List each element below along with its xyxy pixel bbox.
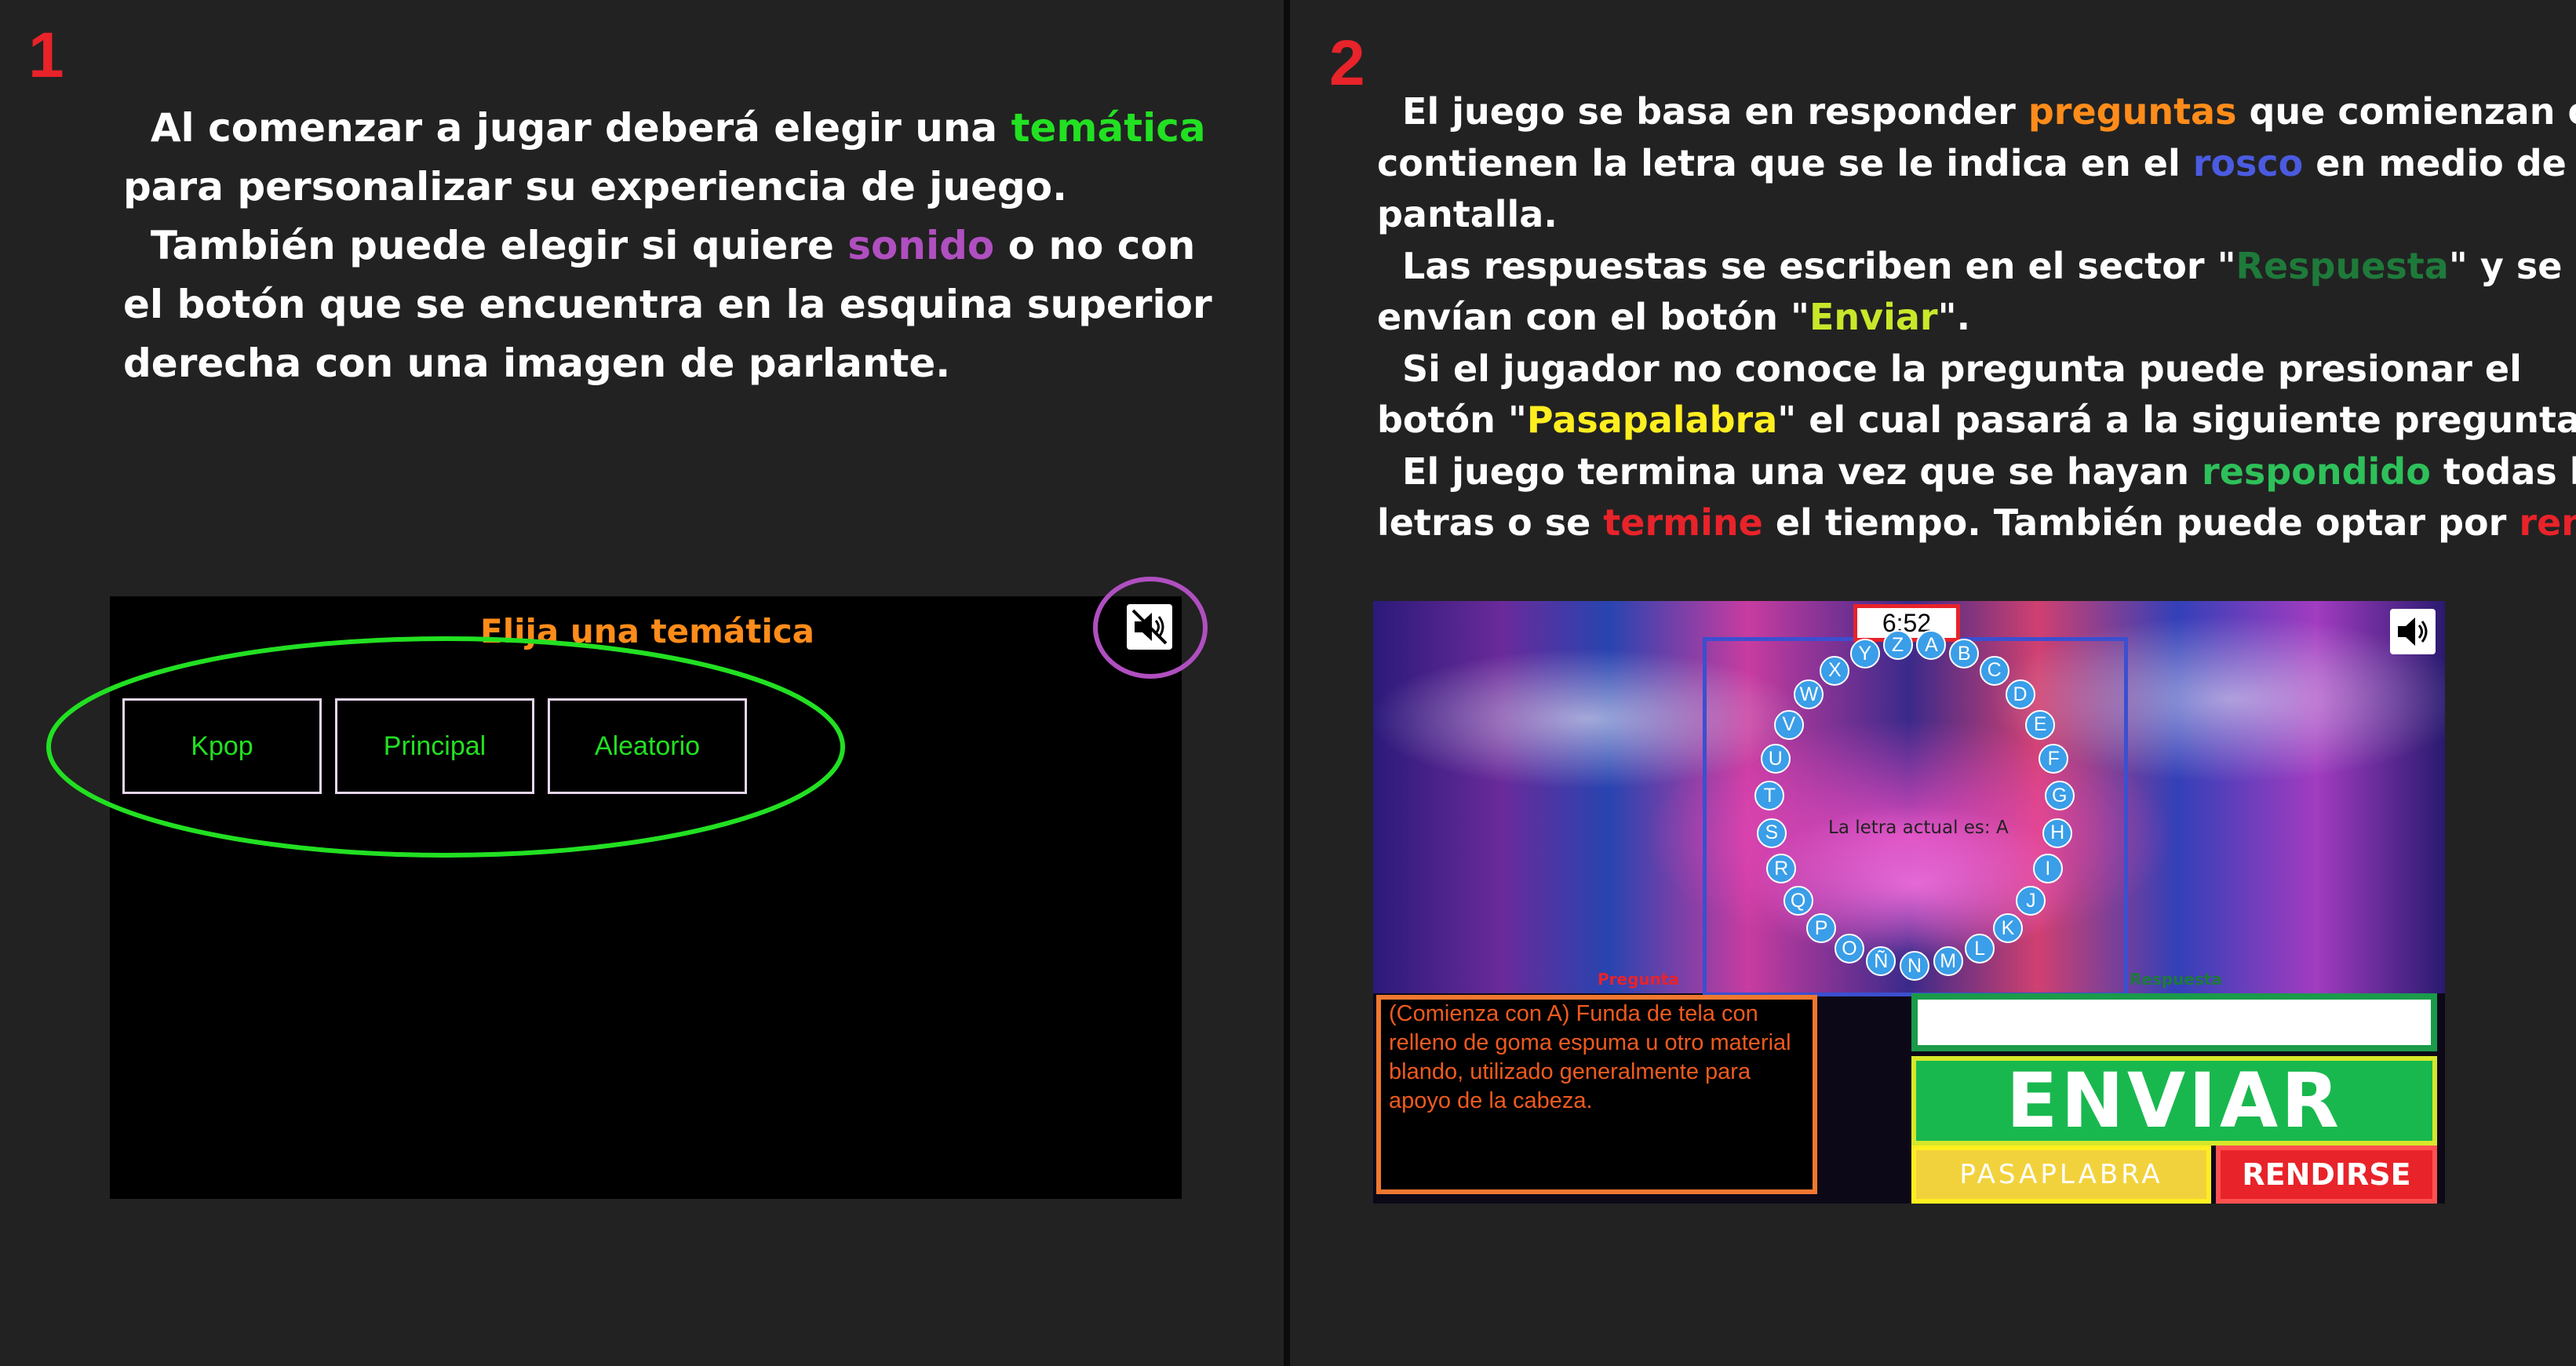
rosco-letter-b: B [1949, 639, 1980, 669]
text-segment: El juego se basa en responder [1402, 90, 2028, 133]
text-segment: todas las [2443, 450, 2576, 493]
text-segment: en medio de la [2315, 141, 2576, 184]
rosco-letter-z: Z [1882, 630, 1913, 661]
highlight-termine: termine [1603, 501, 1763, 544]
rosco-letter-c: C [1979, 655, 2009, 686]
rosco-letter-u: U [1760, 744, 1791, 774]
rosco-letter-j: J [2016, 886, 2046, 916]
panel2-line-3: pantalla. [1377, 193, 1558, 235]
rosco-letter-d: D [2005, 679, 2035, 710]
rosco-letter-s: S [1756, 818, 1787, 848]
rosco-letter-l: L [1965, 934, 1995, 964]
rosco-letter-g: G [2044, 781, 2075, 811]
text-segment: letras o se [1377, 501, 1604, 544]
highlight-preguntas: preguntas [2028, 90, 2237, 133]
rosco-letter-x: X [1820, 655, 1850, 686]
step-number-2: 2 [1329, 27, 1365, 99]
respuesta-label: Respuesta [2130, 970, 2222, 989]
enviar-button[interactable]: ENVIAR [1911, 1056, 2437, 1146]
rosco-letter-w: W [1794, 679, 1824, 710]
rosco-letter-m: M [1933, 946, 1963, 977]
text-segment: Las respuestas se escriben en el sector … [1402, 244, 2236, 287]
rosco-letter-r: R [1766, 854, 1797, 884]
text-segment: el tiempo. También puede optar por [1762, 501, 2520, 544]
text-segment: botón " [1377, 399, 1527, 441]
game-screen: 6:52 ABCDEFGHIJKLMNÑOPQRSTUVWXYZ La letr… [1373, 601, 2445, 1204]
highlight-respondido: respondido [2202, 450, 2431, 493]
sound-toggle-button[interactable] [2390, 609, 2436, 654]
current-letter-label: La letra actual es: A [1828, 818, 2009, 838]
rosco-letter-t: T [1754, 781, 1785, 811]
panel2-line-1: El juego se basa en responder preguntas … [1377, 86, 2576, 138]
question-box: (Comienza con A) Funda de tela con relle… [1376, 995, 1817, 1194]
pregunta-label: Pregunta [1598, 970, 1679, 989]
answer-input[interactable] [1918, 1000, 2431, 1045]
rosco-letter-e: E [2025, 709, 2056, 740]
highlight-rendirse: rendirse [2519, 501, 2576, 544]
highlight-respuesta: Respuesta [2235, 244, 2449, 287]
highlight-rosco: rosco [2192, 141, 2304, 184]
rosco-letter-v: V [1773, 709, 1804, 740]
text-segment: ". [1937, 296, 1971, 338]
rosco-letter-q: Q [1783, 886, 1813, 916]
text-segment: que comienzan o [2236, 90, 2576, 133]
rosco-letter-o: O [1834, 934, 1864, 964]
panel2-instructions: El juego se basa en responder preguntas … [1377, 86, 2576, 549]
highlight-pasapalabra: Pasapalabra [1526, 399, 1778, 441]
panel2-line-4: Las respuestas se escriben en el sector … [1377, 241, 2576, 293]
text-segment: El juego termina una vez que se hayan [1402, 450, 2203, 493]
panel2-line-7: botón "Pasapalabra" el cual pasará a la … [1377, 395, 2576, 446]
rosco-letter-a: A [1916, 630, 1947, 661]
rosco-letter-i: I [2032, 854, 2063, 884]
highlight-ellipse-themes [46, 636, 845, 858]
rosco-letter-y: Y [1849, 639, 1880, 669]
rosco-letter-h: H [2042, 818, 2073, 848]
panel2-line-5: envían con el botón "Enviar". [1377, 292, 2576, 344]
text-segment: " el cual pasará a la siguiente pregunta… [1777, 399, 2576, 441]
text-segment: " y se [2448, 244, 2563, 287]
rendirse-button[interactable]: RENDIRSE [2216, 1146, 2437, 1204]
text-segment: contienen la letra que se le indica en e… [1377, 141, 2193, 184]
text-segment: Si el jugador no conoce la pregunta pued… [1402, 347, 2522, 390]
panel2-line-8: El juego termina una vez que se hayan re… [1377, 446, 2576, 498]
text-segment: envían con el botón " [1377, 296, 1809, 338]
rosco-letter-n: N [1900, 951, 1929, 981]
rosco-letter-ñ: Ñ [1866, 946, 1896, 977]
pasapalabra-button[interactable]: PASAPLABRA [1911, 1146, 2211, 1204]
answer-field-frame [1911, 993, 2437, 1051]
panel1-annotations [46, 577, 1208, 858]
speaker-icon [2398, 617, 2428, 646]
panel2-line-9: letras o se termine el tiempo. También p… [1377, 497, 2576, 549]
highlight-enviar: Enviar [1809, 296, 1938, 338]
panel2-line-2: contienen la letra que se le indica en e… [1377, 138, 2576, 190]
highlight-circle-sound [1093, 577, 1208, 679]
rosco-letter-f: F [2039, 744, 2069, 774]
panel2-line-6: Si el jugador no conoce la pregunta pued… [1377, 344, 2576, 395]
rosco-frame [1703, 637, 2128, 996]
rosco-letter-k: K [1992, 913, 2023, 944]
rosco-letter-p: P [1806, 913, 1837, 944]
